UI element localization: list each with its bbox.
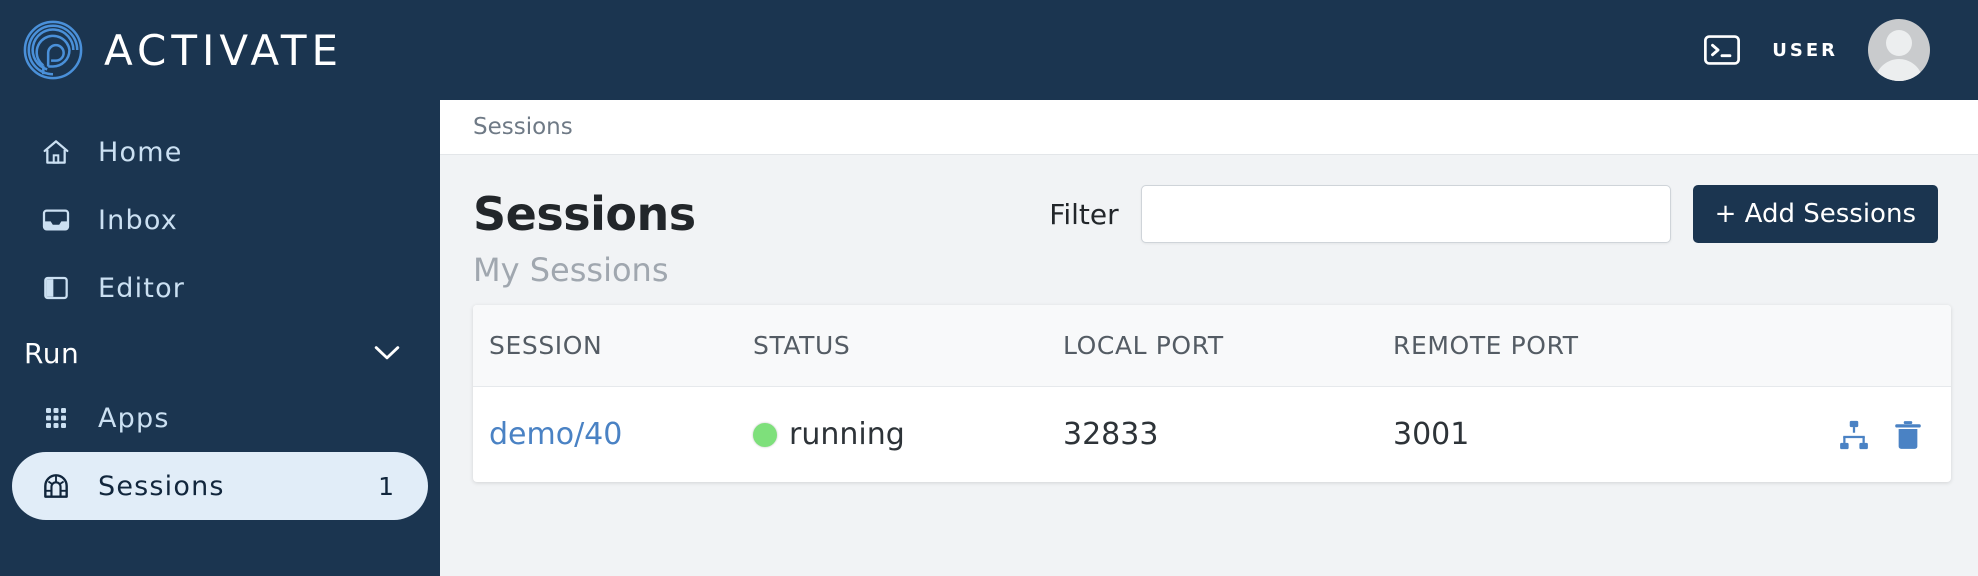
status-text: running (789, 417, 905, 452)
cell-status: running (753, 387, 1063, 483)
header-actions: USER (1702, 19, 1930, 81)
page-header-row: Sessions Filter + Add Sessions (473, 185, 1938, 243)
cell-actions (1723, 387, 1951, 483)
page-body: Sessions Filter + Add Sessions My Sessio… (440, 155, 1978, 482)
home-icon (40, 136, 72, 168)
table-header-row: SESSION STATUS LOCAL PORT REMOTE PORT (473, 305, 1951, 387)
page-title: Sessions (473, 187, 696, 241)
user-label[interactable]: USER (1772, 40, 1838, 61)
brand-name: ACTIVATE (104, 25, 344, 75)
sidebar-item-label: Sessions (98, 470, 225, 502)
column-header-status: STATUS (753, 305, 1063, 387)
sidebar-item-label: Apps (98, 402, 170, 434)
column-header-local-port: LOCAL PORT (1063, 305, 1393, 387)
brand[interactable]: ACTIVATE (22, 19, 343, 81)
trash-icon[interactable] (1891, 418, 1925, 452)
main-content: Sessions Sessions Filter + Add Sessions … (440, 100, 1978, 576)
column-header-remote-port: REMOTE PORT (1393, 305, 1723, 387)
sidebar-section-run[interactable]: Run (0, 322, 440, 384)
sessions-table-card: SESSION STATUS LOCAL PORT REMOTE PORT de… (473, 305, 1951, 482)
column-header-actions (1723, 305, 1951, 387)
tunnel-icon (40, 470, 72, 502)
breadcrumb-item-sessions[interactable]: Sessions (473, 114, 573, 140)
cell-local-port: 32833 (1063, 417, 1159, 452)
grid-apps-icon (40, 402, 72, 434)
table-head: SESSION STATUS LOCAL PORT REMOTE PORT (473, 305, 1951, 387)
terminal-icon[interactable] (1702, 31, 1742, 69)
sidebar-item-home[interactable]: Home (12, 118, 428, 186)
sidebar-item-label: Inbox (98, 204, 178, 236)
cell-remote-port: 3001 (1393, 417, 1470, 452)
sidebar-item-editor[interactable]: Editor (12, 254, 428, 322)
sidebar-item-sessions[interactable]: Sessions 1 (12, 452, 428, 520)
cell-session: demo/40 (473, 387, 753, 483)
status-dot-icon (753, 422, 777, 447)
sessions-table: SESSION STATUS LOCAL PORT REMOTE PORT de… (473, 305, 1951, 482)
inbox-icon (40, 204, 72, 236)
sidebar-sessions-count: 1 (378, 471, 394, 501)
table-row: demo/40 running 32833 3001 (473, 387, 1951, 483)
sidebar-item-label: Editor (98, 272, 186, 304)
table-body: demo/40 running 32833 3001 (473, 387, 1951, 483)
sidebar-section-label: Run (24, 336, 80, 370)
app-root: ACTIVATE USER Home Inbox Editor Run Apps… (0, 0, 1978, 576)
column-header-session: SESSION (473, 305, 753, 387)
activate-spiral-logo (23, 20, 83, 80)
sidebar-item-inbox[interactable]: Inbox (12, 186, 428, 254)
editor-icon (40, 272, 72, 304)
add-sessions-button[interactable]: + Add Sessions (1692, 185, 1938, 243)
app-header: ACTIVATE USER (0, 0, 1978, 100)
sidebar-item-label: Home (98, 136, 183, 168)
session-link[interactable]: demo/40 (489, 417, 622, 452)
page-subtitle: My Sessions (473, 251, 669, 289)
filter-input[interactable] (1140, 185, 1671, 243)
chevron-down-icon[interactable] (374, 345, 400, 361)
sidebar-item-apps[interactable]: Apps (12, 384, 428, 452)
sidebar: Home Inbox Editor Run Apps Sessions 1 (0, 100, 440, 576)
filter-group: Filter + Add Sessions (1049, 185, 1938, 243)
avatar[interactable] (1868, 19, 1930, 81)
filter-label: Filter (1049, 197, 1119, 231)
breadcrumb: Sessions (440, 100, 1978, 155)
sitemap-icon[interactable] (1837, 418, 1871, 452)
